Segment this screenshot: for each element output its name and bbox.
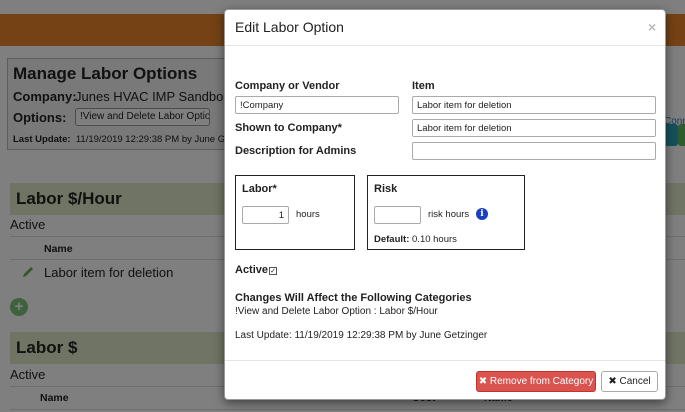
edit-labor-option-modal: Edit Labor Option × Company or Vendor It… — [224, 9, 666, 400]
labor-unit: hours — [296, 209, 320, 220]
cancel-button[interactable]: ✖ Cancel — [601, 371, 658, 392]
active-label: Active — [235, 264, 269, 276]
labor-hours-input[interactable] — [242, 206, 289, 224]
company-or-vendor-input[interactable] — [235, 96, 399, 114]
x-icon: ✖ — [608, 376, 617, 387]
shown-to-company-input[interactable] — [412, 119, 656, 137]
risk-box: Risk risk hours i Default: 0.10 hours — [367, 175, 525, 250]
shown-to-company-label: Shown to Company* — [235, 122, 342, 134]
active-checkbox[interactable]: ✓ — [269, 267, 277, 275]
item-label: Item — [412, 80, 435, 92]
labor-title: Labor* — [242, 183, 277, 195]
cancel-button-label: Cancel — [619, 376, 651, 387]
close-icon[interactable]: × — [648, 19, 656, 35]
categories-text: !View and Delete Labor Option : Labor $/… — [235, 306, 438, 317]
categories-heading: Changes Will Affect the Following Catego… — [235, 292, 472, 304]
risk-hours-input[interactable] — [374, 206, 421, 224]
description-input[interactable] — [412, 142, 656, 160]
x-icon: ✖ — [478, 376, 488, 387]
company-or-vendor-label: Company or Vendor — [235, 80, 340, 92]
labor-box: Labor* hours — [235, 175, 355, 250]
item-input[interactable] — [412, 96, 656, 114]
risk-default: Default: 0.10 hours — [374, 234, 457, 245]
modal-title: Edit Labor Option — [235, 19, 344, 35]
risk-title: Risk — [374, 183, 398, 195]
info-icon[interactable]: i — [476, 208, 488, 220]
risk-unit: risk hours — [428, 209, 470, 220]
description-label: Description for Admins — [235, 145, 357, 157]
modal-footer: ✖ Remove from Category ✖ Cancel — [225, 360, 665, 400]
remove-from-category-button[interactable]: ✖ Remove from Category — [476, 371, 596, 392]
modal-last-update: Last Update: 11/19/2019 12:29:38 PM by J… — [235, 330, 488, 341]
modal-header: Edit Labor Option × — [225, 10, 665, 46]
remove-button-label: Remove from Category — [489, 376, 594, 387]
